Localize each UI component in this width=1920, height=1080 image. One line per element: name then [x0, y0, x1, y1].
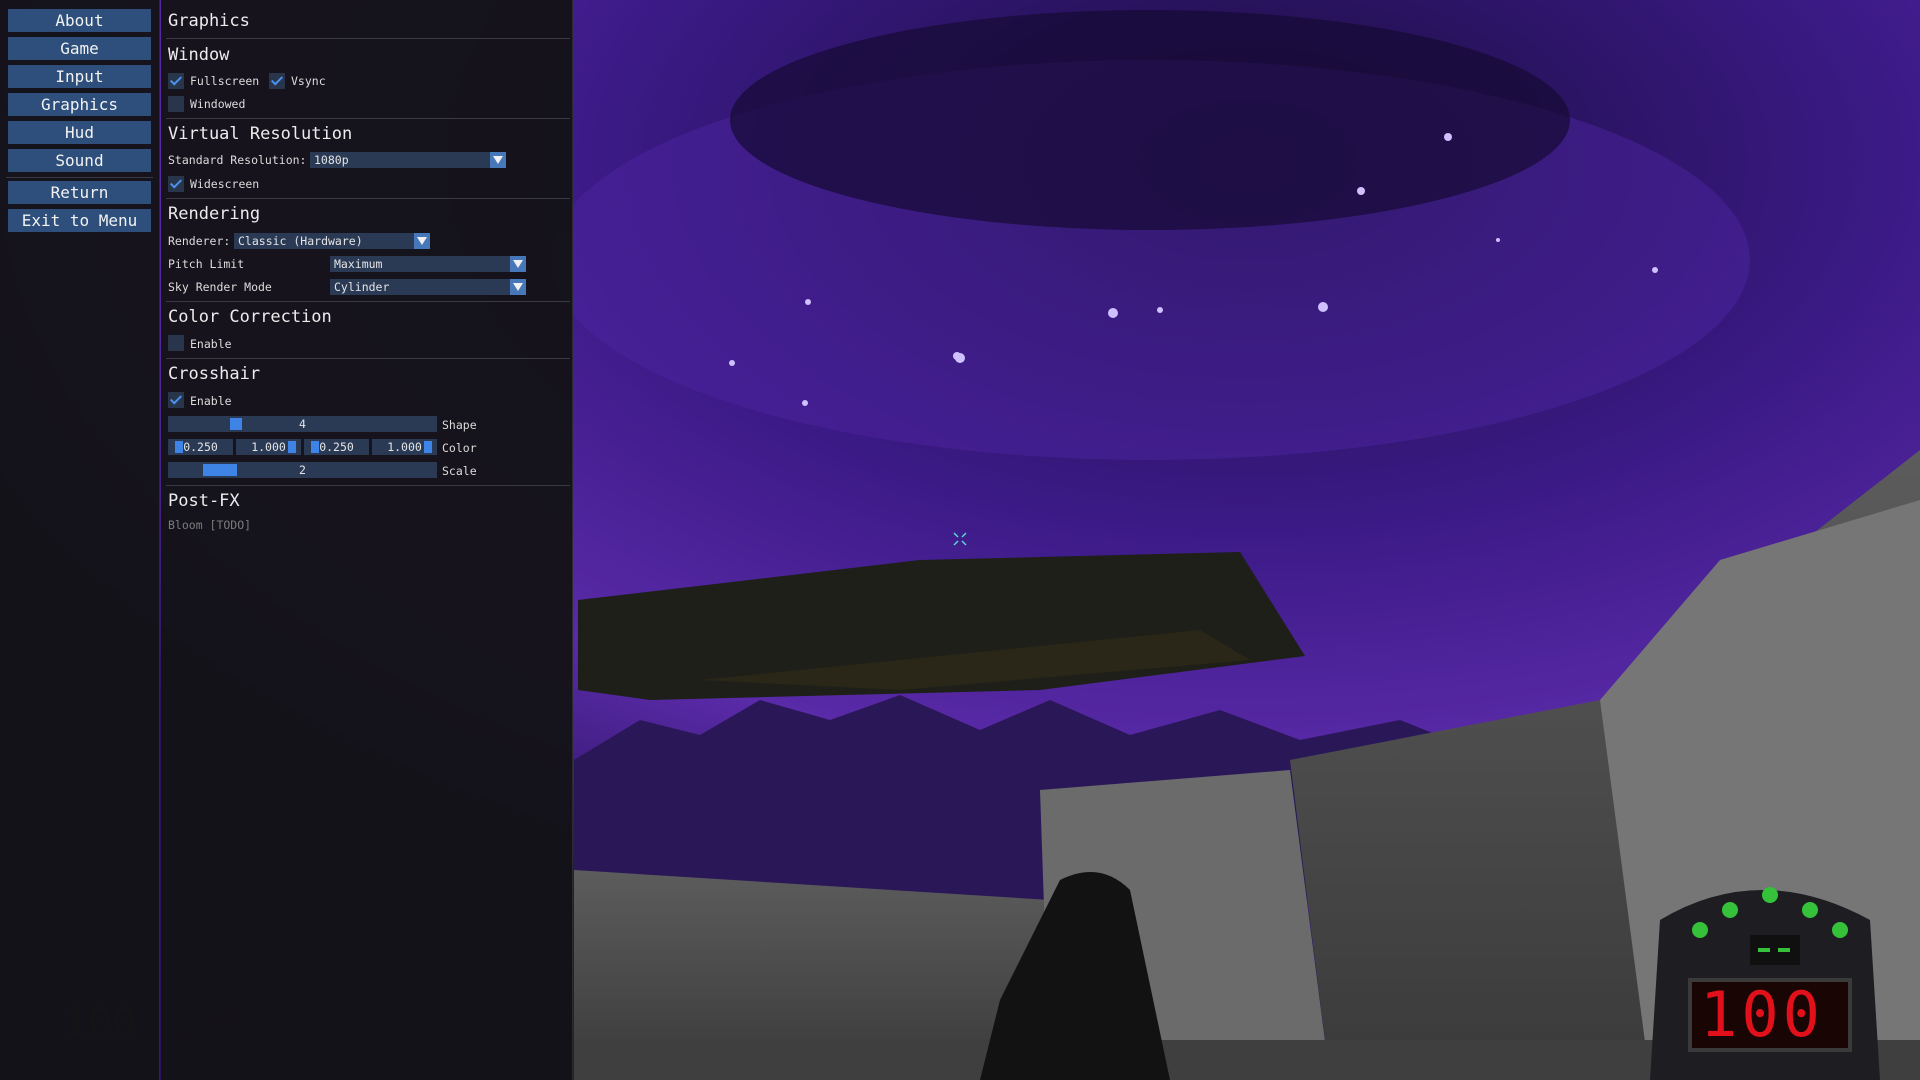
- crosshair-color-r-value: 0.250: [183, 440, 218, 454]
- standard-resolution-label: Standard Resolution:: [168, 153, 307, 167]
- slider-grab[interactable]: [311, 441, 319, 453]
- renderer-label: Renderer:: [168, 234, 231, 248]
- sky-render-mode-label: Sky Render Mode: [168, 280, 272, 294]
- bloom-todo-label: Bloom [TODO]: [168, 518, 252, 532]
- divider: [166, 38, 570, 39]
- slider-grab[interactable]: [424, 441, 432, 453]
- renderer-dropdown[interactable]: Classic (Hardware): [234, 233, 430, 249]
- crosshair-icon: [953, 532, 967, 546]
- crosshair-shape-value: 4: [299, 417, 306, 431]
- renderer-value: Classic (Hardware): [238, 234, 363, 248]
- menu-sidebar: About Game Input Graphics Hud Sound Retu…: [0, 0, 160, 1080]
- fullscreen-checkbox[interactable]: [168, 73, 184, 89]
- triangle-down-icon[interactable]: [490, 152, 506, 168]
- crosshair-header: Crosshair: [168, 364, 261, 384]
- post-fx-header: Post-FX: [168, 491, 240, 511]
- nav-divider: [6, 177, 153, 178]
- pitch-limit-value: Maximum: [334, 257, 383, 271]
- crosshair-color-g-value: 1.000: [251, 440, 286, 454]
- slider-grab[interactable]: [175, 441, 183, 453]
- divider: [166, 198, 570, 199]
- windowed-label: Windowed: [190, 97, 246, 111]
- divider: [166, 485, 570, 486]
- nav-about-button[interactable]: About: [8, 9, 151, 32]
- nav-hud-button[interactable]: Hud: [8, 121, 151, 144]
- nav-sound-button[interactable]: Sound: [8, 149, 151, 172]
- divider: [166, 301, 570, 302]
- pitch-limit-dropdown[interactable]: Maximum: [330, 256, 526, 272]
- crosshair-color-label: Color: [442, 441, 477, 455]
- rendering-header: Rendering: [168, 204, 261, 224]
- divider: [166, 358, 570, 359]
- crosshair-scale-label: Scale: [442, 464, 477, 478]
- crosshair-color-b-field[interactable]: 0.250: [304, 439, 369, 455]
- slider-grab[interactable]: [203, 464, 237, 476]
- windowed-checkbox[interactable]: [168, 96, 184, 112]
- triangle-down-icon[interactable]: [510, 256, 526, 272]
- slider-grab[interactable]: [288, 441, 296, 453]
- color-correction-header: Color Correction: [168, 307, 332, 327]
- color-correction-enable-label: Enable: [190, 337, 232, 351]
- crosshair-color-r-field[interactable]: 0.250: [168, 439, 233, 455]
- sky-render-mode-value: Cylinder: [334, 280, 390, 294]
- crosshair-color-a-field[interactable]: 1.000: [372, 439, 437, 455]
- slider-grab[interactable]: [230, 418, 242, 430]
- nav-graphics-button[interactable]: Graphics: [8, 93, 151, 116]
- triangle-down-icon[interactable]: [414, 233, 430, 249]
- graphics-settings-panel[interactable]: Graphics Window Fullscreen Vsync Windowe…: [161, 0, 573, 1080]
- pitch-limit-label: Pitch Limit: [168, 257, 245, 271]
- crosshair-color-g-field[interactable]: 1.000: [236, 439, 301, 455]
- vsync-label: Vsync: [291, 74, 326, 88]
- crosshair-scale-value: 2: [299, 463, 306, 477]
- window-section-header: Window: [168, 45, 230, 65]
- virtual-resolution-header: Virtual Resolution: [168, 124, 353, 144]
- sky-render-mode-dropdown[interactable]: Cylinder: [330, 279, 526, 295]
- nav-input-button[interactable]: Input: [8, 65, 151, 88]
- crosshair-shape-label: Shape: [442, 418, 477, 432]
- return-button[interactable]: Return: [8, 181, 151, 204]
- exit-to-menu-button[interactable]: Exit to Menu: [8, 209, 151, 232]
- color-correction-enable-checkbox[interactable]: [168, 335, 184, 351]
- hud-health-readout: 100: [1700, 978, 1824, 1051]
- standard-resolution-value: 1080p: [314, 153, 349, 167]
- crosshair-shape-slider[interactable]: 4: [168, 416, 437, 432]
- nav-game-button[interactable]: Game: [8, 37, 151, 60]
- widescreen-checkbox[interactable]: [168, 176, 184, 192]
- standard-resolution-dropdown[interactable]: 1080p: [310, 152, 506, 168]
- crosshair-enable-label: Enable: [190, 394, 232, 408]
- crosshair-enable-checkbox[interactable]: [168, 392, 184, 408]
- widescreen-label: Widescreen: [190, 177, 260, 191]
- crosshair-color-b-value: 0.250: [319, 440, 354, 454]
- triangle-down-icon[interactable]: [510, 279, 526, 295]
- crosshair-color-a-value: 1.000: [387, 440, 422, 454]
- crosshair-scale-slider[interactable]: 2: [168, 462, 437, 478]
- panel-title: Graphics: [168, 11, 250, 31]
- fullscreen-label: Fullscreen: [190, 74, 260, 88]
- vsync-checkbox[interactable]: [269, 73, 285, 89]
- divider: [166, 118, 570, 119]
